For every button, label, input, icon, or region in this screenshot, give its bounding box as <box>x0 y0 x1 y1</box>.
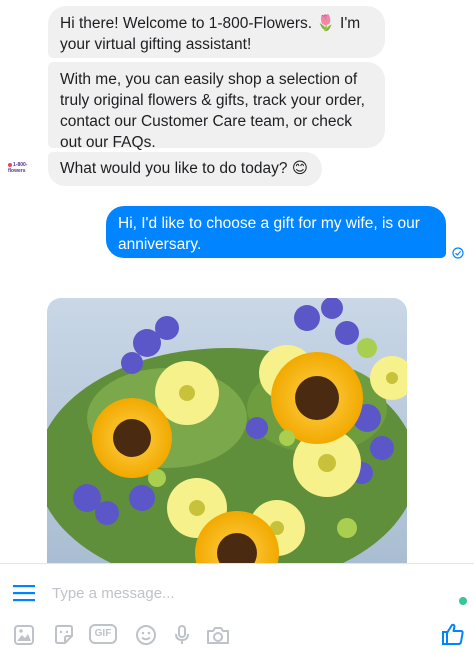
bot-message-options: With me, you can easily shop a selection… <box>48 62 385 151</box>
flower-logo-icon <box>8 162 12 167</box>
message-input[interactable] <box>52 581 422 605</box>
seen-check-icon <box>452 247 464 259</box>
emoji-icon[interactable] <box>134 623 158 647</box>
user-message: Hi, I'd like to choose a gift for my wif… <box>106 206 446 258</box>
bot-message-welcome: Hi there! Welcome to 1-800-Flowers. 🌷 I'… <box>48 6 385 58</box>
bot-message-question: What would you like to do today? 😊 <box>48 152 322 186</box>
message-text: With me, you can easily shop a selection… <box>60 71 365 151</box>
thumbs-up-icon[interactable] <box>442 622 464 646</box>
camera-icon[interactable] <box>205 623 231 647</box>
microphone-icon[interactable] <box>170 623 194 647</box>
message-text: What would you like to do today? 😊 <box>60 160 308 177</box>
bouquet-image[interactable] <box>47 298 407 563</box>
message-composer: GIF <box>0 563 474 653</box>
online-indicator <box>459 597 467 605</box>
message-text: Hi, I'd like to choose a gift for my wif… <box>118 215 420 253</box>
bouquet-illustration <box>47 298 407 563</box>
message-text: Hi there! Welcome to 1-800-Flowers. 🌷 I'… <box>60 15 361 53</box>
bot-avatar: 1-800-flowers <box>8 162 36 180</box>
sticker-icon[interactable] <box>52 623 76 647</box>
conversation-area: Hi there! Welcome to 1-800-Flowers. 🌷 I'… <box>0 0 474 563</box>
menu-icon[interactable] <box>12 584 36 602</box>
gif-icon[interactable]: GIF <box>89 624 117 644</box>
image-icon[interactable] <box>12 623 36 647</box>
